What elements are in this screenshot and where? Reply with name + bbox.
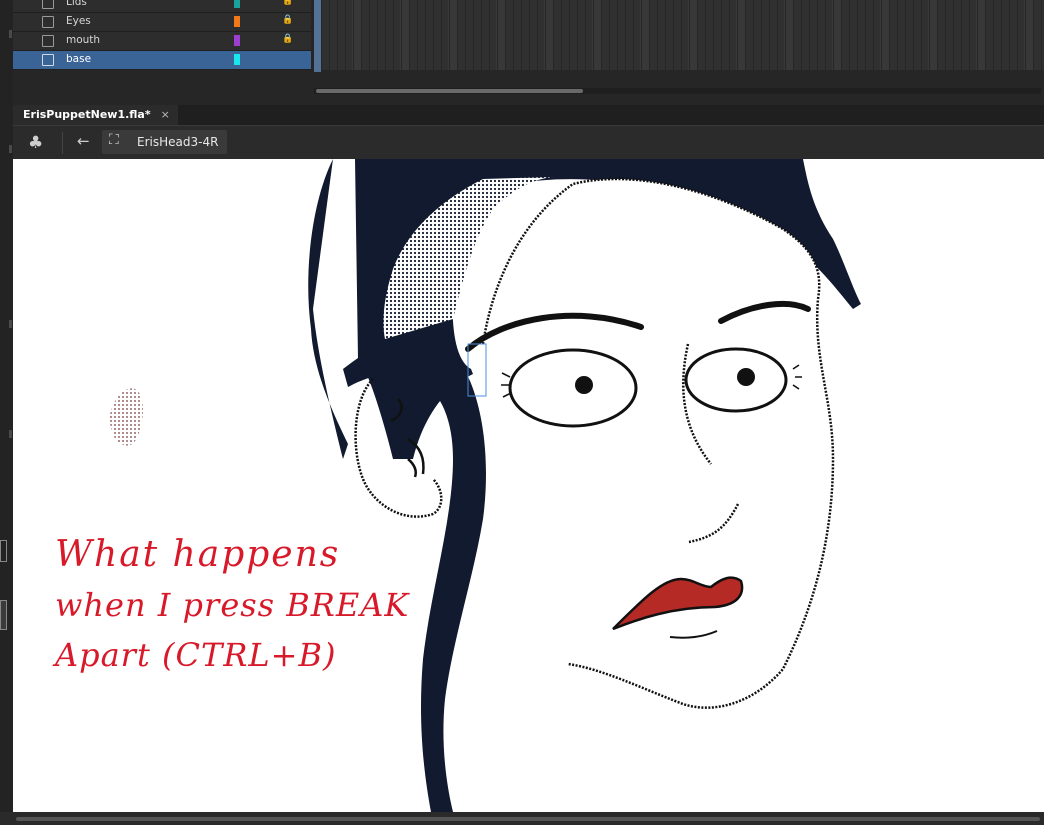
divider [62, 132, 63, 154]
annotation-line-1: What happens [55, 534, 341, 575]
layer-row-base[interactable]: base [13, 51, 311, 70]
layer-row-mouth[interactable]: mouth 🔒 [13, 32, 311, 51]
layer-row-eyes[interactable]: Eyes 🔒 [13, 13, 311, 32]
document-tab-title: ErisPuppetNew1.fla* [23, 108, 151, 121]
annotation-line-3: Apart (CTRL+B) [55, 636, 337, 674]
pupil-right [737, 368, 755, 386]
strip-tick [9, 430, 12, 438]
stage-canvas[interactable]: What happens when I press BREAK Apart (C… [13, 159, 1044, 812]
layer-type-icon [42, 16, 54, 28]
strip-tick [9, 30, 12, 38]
blush-mark [109, 388, 144, 446]
layer-name: Lids [66, 0, 87, 8]
layer-type-icon [42, 35, 54, 47]
back-arrow-icon[interactable]: ← [77, 132, 90, 150]
lock-icon[interactable]: 🔒 [282, 0, 293, 6]
layer-color-swatch[interactable] [234, 35, 240, 46]
frame-grid[interactable] [313, 0, 1044, 70]
symbol-name: ErisHead3-4R [137, 135, 219, 149]
eye-right [684, 347, 788, 413]
document-tab-bar: ErisPuppetNew1.fla* × [13, 105, 1044, 125]
lock-icon[interactable]: 🔒 [282, 15, 293, 25]
edit-bar: ♣ ← ⛶ ErisHead3-4R [13, 125, 1044, 160]
tool-button[interactable] [0, 540, 7, 562]
playhead[interactable] [314, 0, 321, 72]
pupil-left [575, 376, 593, 394]
bottom-scroll-area [0, 812, 1044, 825]
layer-row-lids[interactable]: Lids 🔒 [13, 0, 311, 13]
strip-tick [9, 145, 12, 153]
stage-horizontal-scrollbar[interactable] [16, 817, 1040, 821]
tool-button[interactable] [0, 600, 7, 630]
close-icon[interactable]: × [161, 105, 170, 125]
layer-type-icon [42, 0, 54, 9]
layer-name: base [66, 53, 92, 65]
layer-color-swatch[interactable] [234, 54, 240, 65]
layer-name: mouth [66, 34, 101, 46]
layer-type-icon [42, 54, 54, 66]
layer-name: Eyes [66, 15, 91, 27]
face-outline [481, 177, 835, 709]
annotation-line-2: when I press BREAK [55, 586, 410, 624]
layer-color-swatch[interactable] [234, 0, 240, 8]
symbol-breadcrumb[interactable]: ⛶ ErisHead3-4R [102, 130, 227, 154]
layer-list: Lids 🔒 Eyes 🔒 mouth 🔒 base [13, 0, 313, 70]
lock-icon[interactable]: 🔒 [282, 34, 293, 44]
document-tab[interactable]: ErisPuppetNew1.fla* × [13, 105, 178, 125]
timeline-panel: Lids 🔒 Eyes 🔒 mouth 🔒 base [13, 0, 1044, 105]
timeline-scroll-thumb[interactable] [316, 89, 583, 93]
club-icon[interactable]: ♣ [28, 133, 43, 153]
strip-tick [9, 320, 12, 328]
eris-head-drawing [109, 159, 861, 812]
symbol-icon: ⛶ [109, 132, 119, 148]
timeline-scrollbar[interactable] [314, 88, 1041, 94]
eye-left [508, 348, 638, 428]
layer-color-swatch[interactable] [234, 16, 240, 27]
handwritten-annotation: What happens when I press BREAK Apart (C… [55, 534, 435, 694]
left-tool-strip [0, 0, 13, 825]
hair-shape [308, 159, 348, 459]
